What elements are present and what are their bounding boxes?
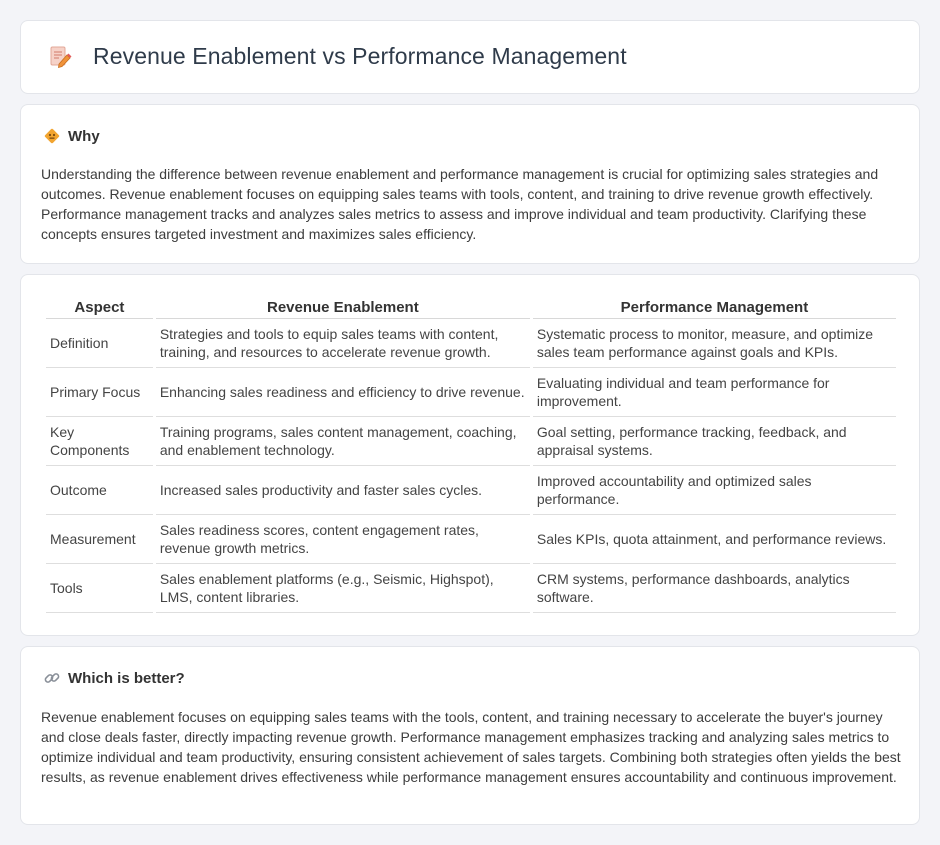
row-performance-management: Systematic process to monitor, measure, … bbox=[532, 319, 896, 368]
document-pencil-icon bbox=[47, 44, 73, 70]
header-performance-management: Performance Management bbox=[532, 295, 896, 319]
row-revenue-enablement: Strategies and tools to equip sales team… bbox=[155, 319, 530, 368]
which-is-better-section: Which is better? Revenue enablement focu… bbox=[20, 646, 920, 825]
table-row: Outcome Increased sales productivity and… bbox=[46, 466, 896, 515]
row-aspect: Primary Focus bbox=[46, 368, 153, 417]
row-performance-management: Sales KPIs, quota attainment, and perfor… bbox=[532, 515, 896, 564]
row-revenue-enablement: Increased sales productivity and faster … bbox=[155, 466, 530, 515]
row-aspect: Tools bbox=[46, 564, 153, 613]
comparison-table: Aspect Revenue Enablement Performance Ma… bbox=[43, 295, 899, 613]
why-section: Why Understanding the difference between… bbox=[20, 104, 920, 264]
header-card: Revenue Enablement vs Performance Manage… bbox=[20, 20, 920, 94]
header-aspect: Aspect bbox=[46, 295, 153, 319]
table-header-row: Aspect Revenue Enablement Performance Ma… bbox=[46, 295, 896, 319]
table-row: Primary Focus Enhancing sales readiness … bbox=[46, 368, 896, 417]
table-row: Measurement Sales readiness scores, cont… bbox=[46, 515, 896, 564]
why-text: Understanding the difference between rev… bbox=[41, 166, 879, 242]
row-performance-management: Improved accountability and optimized sa… bbox=[532, 466, 896, 515]
row-revenue-enablement: Sales enablement platforms (e.g., Seismi… bbox=[155, 564, 530, 613]
table-row: Tools Sales enablement platforms (e.g., … bbox=[46, 564, 896, 613]
table-row: Key Components Training programs, sales … bbox=[46, 417, 896, 466]
row-aspect: Measurement bbox=[46, 515, 153, 564]
page-title: Revenue Enablement vs Performance Manage… bbox=[93, 43, 627, 69]
row-aspect: Definition bbox=[46, 319, 153, 368]
row-performance-management: Evaluating individual and team performan… bbox=[532, 368, 896, 417]
row-revenue-enablement: Training programs, sales content managem… bbox=[155, 417, 530, 466]
row-aspect: Outcome bbox=[46, 466, 153, 515]
why-title: Why bbox=[68, 127, 100, 145]
table-row: Definition Strategies and tools to equip… bbox=[46, 319, 896, 368]
header-revenue-enablement: Revenue Enablement bbox=[155, 295, 530, 319]
link-icon bbox=[43, 669, 61, 687]
title-row: Revenue Enablement vs Performance Manage… bbox=[47, 43, 627, 70]
why-heading: Why bbox=[43, 127, 100, 145]
better-text: Revenue enablement focuses on equipping … bbox=[41, 709, 901, 785]
row-revenue-enablement: Enhancing sales readiness and efficiency… bbox=[155, 368, 530, 417]
row-performance-management: CRM systems, performance dashboards, ana… bbox=[532, 564, 896, 613]
diamond-sign-icon bbox=[43, 127, 61, 145]
better-title: Which is better? bbox=[68, 669, 185, 687]
comparison-section: Aspect Revenue Enablement Performance Ma… bbox=[20, 274, 920, 636]
row-revenue-enablement: Sales readiness scores, content engageme… bbox=[155, 515, 530, 564]
row-performance-management: Goal setting, performance tracking, feed… bbox=[532, 417, 896, 466]
row-aspect: Key Components bbox=[46, 417, 153, 466]
better-heading: Which is better? bbox=[43, 669, 185, 687]
